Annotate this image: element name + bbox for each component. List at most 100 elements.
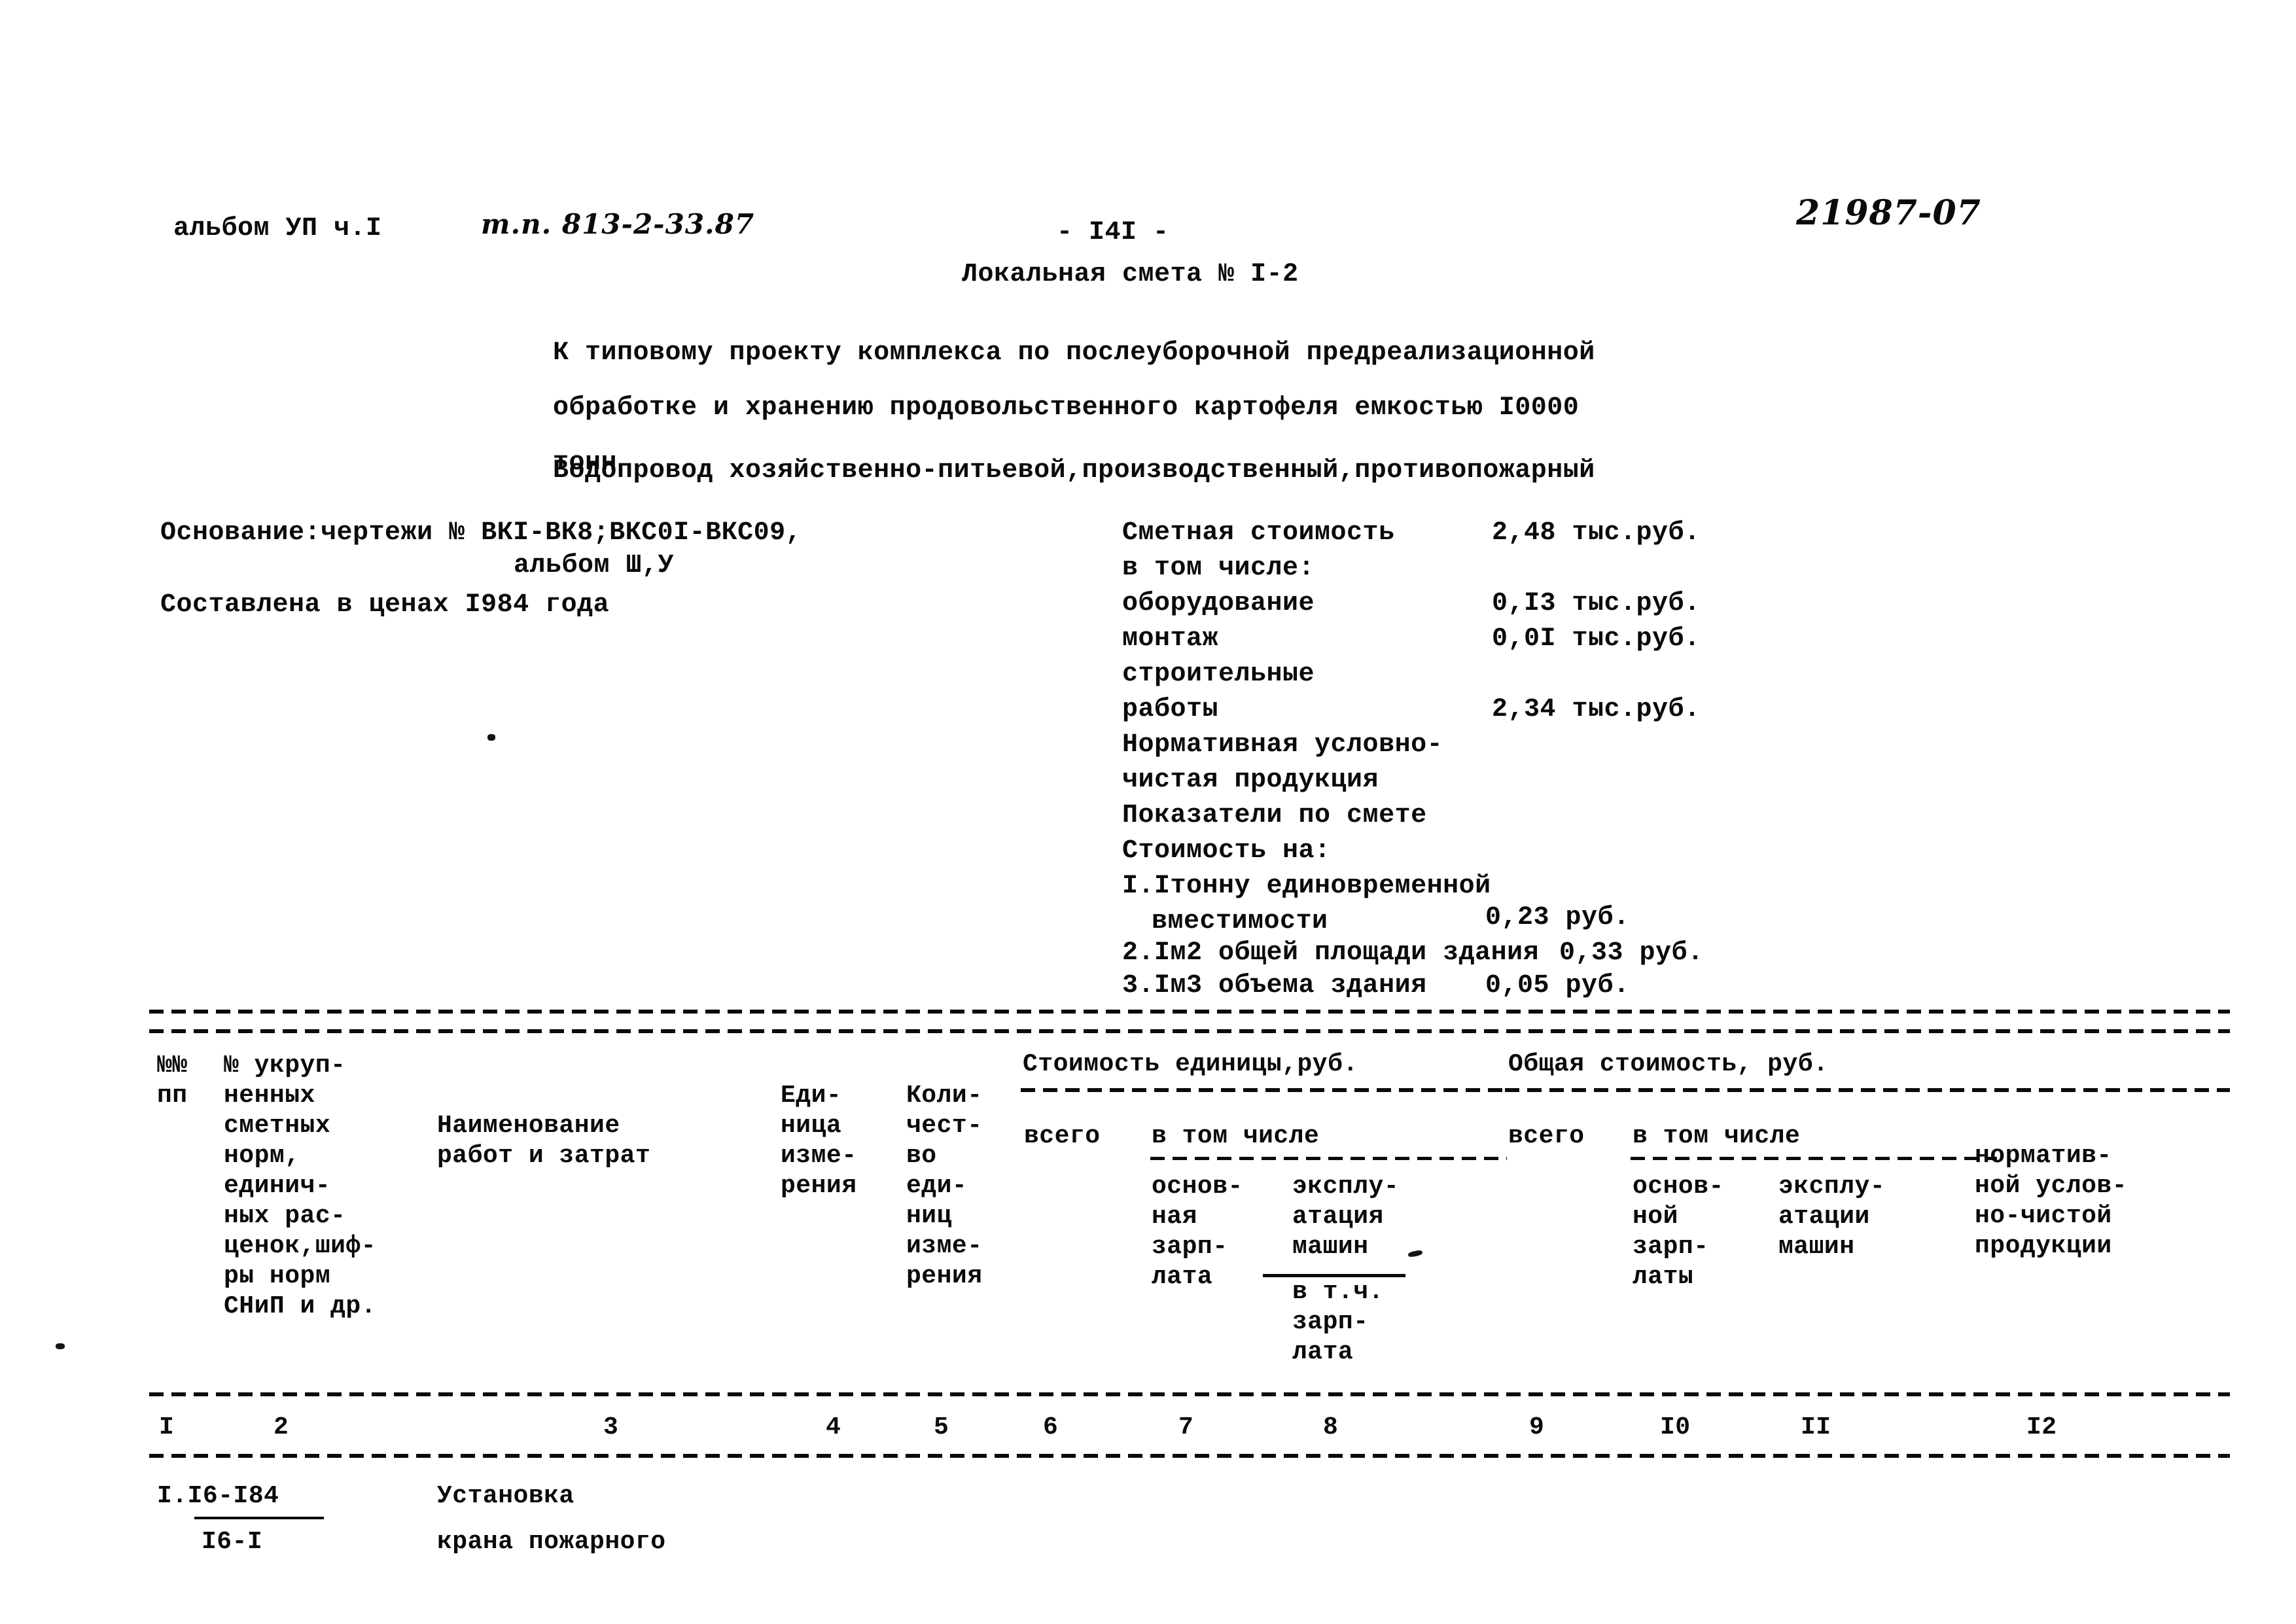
colnum-1: I	[159, 1413, 175, 1441]
th-col2-line-2: ненных	[224, 1082, 315, 1110]
scan-artifact-margin-speck-1	[56, 1343, 65, 1349]
th-total-in-total-rule	[1631, 1157, 1997, 1160]
th-col8-line-2: атация	[1292, 1203, 1384, 1231]
th-col5-line-1: Коли-	[906, 1082, 983, 1110]
th-col8-sub-line-3: лата	[1292, 1338, 1354, 1366]
column-number-rule-bottom	[149, 1454, 2230, 1458]
th-col6-all: всего	[1024, 1122, 1101, 1150]
th-col5-line-7: рения	[906, 1262, 983, 1290]
scan-artifact-margin-speck-2	[487, 734, 495, 741]
cost-per-item-2-label: 2.Iм2 общей площади здания	[1122, 938, 1540, 968]
th-col2-line-5: единич-	[224, 1172, 331, 1200]
th-col12-line-3: но-чистой	[1975, 1202, 2112, 1230]
th-col4-line-3: изме-	[781, 1142, 857, 1170]
th-col12-line-4: продукции	[1975, 1232, 2112, 1260]
cost-per-item-3-label: 3.Iм3 объема здания	[1122, 971, 1427, 1000]
th-col11-line-1: эксплу-	[1778, 1173, 1886, 1201]
basis-line-3: Составлена в ценах I984 года	[160, 590, 610, 620]
th-col9-all: всего	[1508, 1122, 1585, 1150]
th-total-in-total: в том числе	[1633, 1122, 1801, 1150]
th-col4-line-4: рения	[781, 1172, 857, 1200]
intro-line-1: К типовому проекту комплекса по послеубо…	[553, 338, 1595, 368]
total-cost-value: 2,48 тыс.руб.	[1492, 518, 1701, 548]
cost-per-item-1-label: I.Iтонну единовременной	[1122, 872, 1491, 901]
basis-line-2: альбом Ш,У	[514, 551, 675, 580]
row-1-code-bottom: I6-I	[202, 1528, 263, 1556]
th-group-unit-cost-rule	[1021, 1088, 1508, 1092]
scanned-estimate-page: альбом УП ч.I т.п. 813-2-33.87 - I4I - Л…	[0, 0, 2296, 1624]
cost-item-label-equipment: оборудование	[1122, 589, 1315, 618]
th-col7-line-4: лата	[1152, 1263, 1213, 1291]
colnum-11: II	[1801, 1413, 1831, 1441]
th-unit-in-total: в том числе	[1152, 1122, 1320, 1150]
row-1-name-line-2: крана пожарного	[437, 1528, 666, 1556]
th-unit-in-total-rule	[1150, 1157, 1507, 1160]
column-number-rule-top	[149, 1392, 2230, 1396]
subject-line: Водопровод хозяйственно-питьевой,произво…	[553, 456, 1595, 485]
table-top-rule-2	[149, 1029, 2230, 1033]
th-col5-line-2: чест-	[906, 1112, 983, 1140]
album-label: альбом УП ч.I	[173, 214, 382, 243]
th-col11-line-3: машин	[1778, 1233, 1855, 1261]
cost-item-label-installation: монтаж	[1122, 624, 1219, 654]
cost-per-label: Стоимость на:	[1122, 836, 1331, 866]
th-col3-line-1: Наименование	[437, 1112, 620, 1140]
ncp-label-line-1: Нормативная условно-	[1122, 730, 1443, 760]
cost-per-item-1-value: 0,23 руб.	[1485, 903, 1630, 932]
cost-per-item-1-label2: вместимости	[1152, 907, 1328, 936]
th-col7-line-2: ная	[1152, 1203, 1197, 1231]
th-col5-line-6: изме-	[906, 1232, 983, 1260]
th-col4-line-2: ница	[781, 1112, 842, 1140]
th-col1-line-1: №№	[157, 1051, 188, 1080]
colnum-3: 3	[603, 1413, 619, 1441]
table-top-rule-1	[149, 1010, 2230, 1014]
th-col10-line-4: латы	[1633, 1263, 1694, 1291]
th-col8-underline	[1263, 1274, 1405, 1277]
ncp-label-line-2: чистая продукция	[1122, 766, 1379, 795]
th-col2-line-7: ценок,шиф-	[224, 1232, 377, 1260]
including-label: в том числе:	[1122, 554, 1315, 583]
colnum-4: 4	[826, 1413, 841, 1441]
page-number: - I4I -	[1057, 218, 1169, 247]
document-title: Локальная смета № I-2	[962, 260, 1299, 289]
th-col2-line-6: ных рас-	[224, 1202, 346, 1230]
colnum-10: I0	[1660, 1413, 1691, 1441]
th-col10-line-1: основ-	[1633, 1173, 1724, 1201]
th-group-total-cost: Общая стоимость, руб.	[1508, 1050, 1829, 1078]
intro-paragraph: К типовому проекту комплекса по послеубо…	[553, 338, 1595, 476]
th-col10-line-3: зарп-	[1633, 1233, 1709, 1261]
archive-number-handwritten: 21987-07	[1796, 193, 1981, 233]
th-col3-line-2: работ и затрат	[437, 1142, 651, 1170]
colnum-5: 5	[934, 1413, 949, 1441]
th-col5-line-4: еди-	[906, 1172, 968, 1200]
th-col10-line-2: ной	[1633, 1203, 1678, 1231]
th-col8-line-1: эксплу-	[1292, 1173, 1400, 1201]
cost-item-value-construction: 2,34 тыс.руб.	[1492, 695, 1701, 724]
th-col2-line-1: № укруп-	[224, 1051, 346, 1080]
th-col11-line-2: атации	[1778, 1203, 1870, 1231]
colnum-12: I2	[2026, 1413, 2057, 1441]
th-col8-line-3: машин	[1292, 1233, 1369, 1261]
th-col12-line-2: ной услов-	[1975, 1172, 2128, 1200]
row-1-code-underline	[194, 1517, 324, 1519]
project-code-handwritten: т.п. 813-2-33.87	[481, 208, 755, 240]
cost-item-value-installation: 0,0I тыс.руб.	[1492, 624, 1701, 654]
th-col2-line-9: СНиП и др.	[224, 1292, 377, 1320]
basis-line-1: Основание:чертежи № ВКI-ВК8;ВКС0I-ВКС09,	[160, 518, 802, 548]
colnum-2: 2	[274, 1413, 289, 1441]
th-col8-sub-line-2: зарп-	[1292, 1308, 1369, 1336]
th-col7-line-3: зарп-	[1152, 1233, 1228, 1261]
colnum-9: 9	[1529, 1413, 1545, 1441]
th-group-unit-cost: Стоимость единицы,руб.	[1023, 1050, 1358, 1078]
colnum-6: 6	[1043, 1413, 1059, 1441]
cost-item-label-construction-2: работы	[1122, 695, 1219, 724]
cost-item-label-construction-1: строительные	[1122, 660, 1315, 689]
th-col2-line-4: норм,	[224, 1142, 300, 1170]
th-group-total-cost-rule	[1505, 1088, 2230, 1092]
row-1-name-line-1: Установка	[437, 1482, 574, 1510]
th-col1-line-2: пп	[157, 1082, 188, 1110]
total-cost-label: Сметная стоимость	[1122, 518, 1395, 548]
th-col5-line-5: ниц	[906, 1202, 952, 1230]
cost-per-item-3-value: 0,05 руб.	[1485, 971, 1630, 1000]
colnum-7: 7	[1178, 1413, 1194, 1441]
